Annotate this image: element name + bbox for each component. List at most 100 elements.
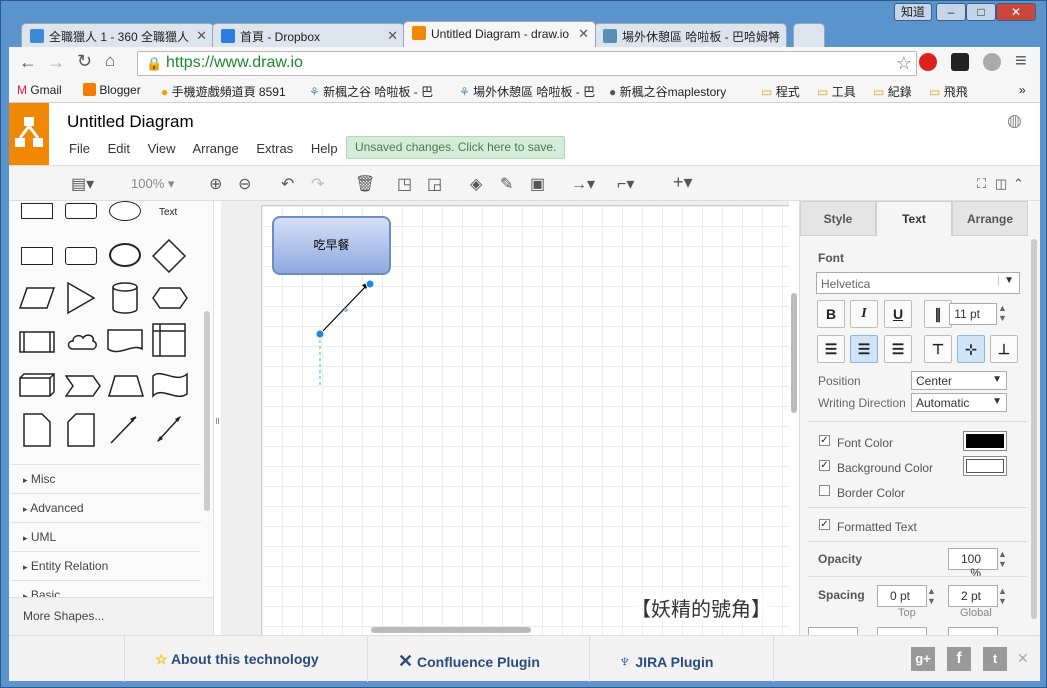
spacing-left-input[interactable] bbox=[808, 627, 858, 635]
about-technology-link[interactable]: ☆ About this technology bbox=[124, 636, 367, 682]
bookmark-mobile[interactable]: ● 手機遊戲頻道頁 8591 bbox=[161, 83, 286, 100]
underline-button[interactable]: U bbox=[884, 300, 912, 328]
spacing-center-input[interactable] bbox=[877, 627, 927, 635]
background-color-checkbox[interactable]: ✓ bbox=[819, 460, 830, 471]
bookmark-maple2[interactable]: ● 新楓之谷maplestory bbox=[609, 83, 726, 100]
redo-icon[interactable]: ↷ bbox=[311, 174, 324, 194]
more-shapes-link[interactable]: More Shapes... bbox=[9, 597, 213, 635]
new-tab-button[interactable] bbox=[793, 23, 825, 47]
spacing-top-input[interactable]: 0 pt bbox=[877, 585, 927, 607]
menu-icon[interactable]: ≡ bbox=[1015, 50, 1027, 73]
close-tab-icon[interactable]: ✕ bbox=[196, 28, 207, 44]
shape-rectangle[interactable] bbox=[21, 203, 53, 219]
forward-icon[interactable]: → bbox=[47, 52, 65, 73]
tab-drawio[interactable]: Untitled Diagram - draw.io ✕ bbox=[403, 21, 596, 47]
connection-icon[interactable]: →▾ bbox=[571, 174, 595, 194]
unsaved-changes-button[interactable]: Unsaved changes. Click here to save. bbox=[346, 136, 566, 159]
background-color-swatch[interactable] bbox=[963, 456, 1007, 476]
shape-ellipse[interactable] bbox=[109, 201, 141, 221]
undo-icon[interactable]: ↶ bbox=[281, 174, 294, 194]
waypoints-icon[interactable]: ⌐▾ bbox=[617, 174, 634, 194]
font-color-checkbox[interactable]: ✓ bbox=[819, 435, 830, 446]
shape-text[interactable]: Text bbox=[159, 207, 177, 218]
shadow-icon[interactable]: ▣ bbox=[530, 174, 545, 194]
panel-scrollbar[interactable] bbox=[1031, 239, 1037, 619]
writing-direction-select[interactable]: Automatic ▼ bbox=[911, 393, 1007, 412]
sidebar-splitter[interactable]: ॥ bbox=[214, 413, 220, 427]
section-advanced[interactable]: ▸ Advanced bbox=[11, 493, 201, 521]
shape-note[interactable] bbox=[23, 413, 51, 447]
shape-rectangle-2[interactable] bbox=[21, 247, 53, 265]
close-tab-icon[interactable]: ✕ bbox=[387, 28, 398, 44]
spacing-global-input[interactable]: 2 pt bbox=[948, 585, 998, 607]
confluence-plugin-link[interactable]: ✕ Confluence Plugin bbox=[367, 636, 589, 682]
tab-style[interactable]: Style bbox=[800, 201, 876, 236]
bold-button[interactable]: B bbox=[817, 300, 845, 328]
shape-triangle[interactable] bbox=[66, 281, 96, 315]
bookmark-folder-tools[interactable]: ▭ 工具 bbox=[817, 83, 856, 100]
opacity-input[interactable]: 100 % bbox=[948, 548, 998, 580]
vertical-text-button[interactable]: ∥ bbox=[924, 300, 952, 328]
collapse-icon[interactable]: ⌃ bbox=[1013, 176, 1024, 192]
shape-document[interactable] bbox=[107, 329, 143, 355]
position-select[interactable]: Center ▼ bbox=[911, 371, 1007, 390]
spacing-right-input[interactable] bbox=[948, 627, 998, 635]
shape-cloud[interactable] bbox=[65, 329, 99, 355]
font-family-select[interactable]: Helvetica ▼ bbox=[816, 272, 1020, 294]
diagram-canvas[interactable]: 吃早餐 bbox=[221, 201, 789, 635]
align-top-button[interactable]: ⊤ bbox=[924, 335, 952, 363]
opera-extension-icon[interactable] bbox=[919, 53, 937, 71]
bookmark-maple1[interactable]: ⚘ 新楓之谷 哈啦板 - 巴 bbox=[309, 83, 433, 100]
close-footer-icon[interactable]: ✕ bbox=[1017, 650, 1029, 667]
format-panel-icon[interactable]: ▤▾ bbox=[71, 174, 94, 194]
bookmark-folder-fly[interactable]: ▭ 飛飛 bbox=[929, 83, 968, 100]
google-plus-icon[interactable]: g+ bbox=[911, 647, 935, 671]
shape-internal-storage[interactable] bbox=[152, 323, 186, 357]
close-tab-icon[interactable]: ✕ bbox=[769, 28, 780, 44]
italic-button[interactable]: I bbox=[850, 300, 878, 328]
align-center-button[interactable]: ☰ bbox=[850, 335, 878, 363]
bookmark-folder-code[interactable]: ▭ 程式 bbox=[761, 83, 800, 100]
fullscreen-icon[interactable]: ⛶ bbox=[977, 176, 986, 192]
shape-ellipse-2[interactable] bbox=[109, 243, 141, 267]
menu-help[interactable]: Help bbox=[311, 141, 338, 156]
tab-bahamut[interactable]: 場外休憩區 哈啦板 - 巴哈姆特 ✕ bbox=[594, 23, 787, 47]
align-middle-button[interactable]: ⊹ bbox=[957, 335, 985, 363]
canvas-scrollbar-right[interactable] bbox=[791, 293, 797, 413]
shape-cylinder[interactable] bbox=[111, 281, 139, 315]
shape-rounded-rectangle[interactable] bbox=[65, 203, 97, 219]
fill-color-icon[interactable]: ◈ bbox=[470, 174, 482, 194]
diagram-page[interactable]: 吃早餐 bbox=[261, 205, 789, 635]
shape-process[interactable] bbox=[19, 331, 55, 353]
zoom-select[interactable]: 100% ▾ bbox=[131, 176, 174, 192]
shape-diamond[interactable] bbox=[152, 239, 186, 273]
menu-arrange[interactable]: Arrange bbox=[192, 141, 238, 156]
align-right-button[interactable]: ☰ bbox=[884, 335, 912, 363]
to-back-icon[interactable]: ◲ bbox=[427, 174, 442, 194]
address-bar[interactable]: 🔒 https://www.draw.io ☆ bbox=[137, 51, 917, 76]
shape-parallelogram[interactable] bbox=[19, 287, 55, 309]
font-size-stepper[interactable]: ▲ ▼ bbox=[998, 303, 1007, 323]
menu-view[interactable]: View bbox=[148, 141, 176, 156]
shape-card[interactable] bbox=[67, 413, 95, 447]
spacing-global-stepper[interactable]: ▲ ▼ bbox=[998, 586, 1007, 606]
section-uml[interactable]: ▸ UML bbox=[11, 522, 201, 550]
section-entity-relation[interactable]: ▸ Entity Relation bbox=[11, 551, 201, 579]
shape-cube[interactable] bbox=[19, 373, 55, 397]
formatted-text-checkbox[interactable]: ✓ bbox=[819, 519, 830, 530]
bookmark-star-icon[interactable]: ☆ bbox=[896, 53, 912, 74]
home-icon[interactable]: ⌂ bbox=[105, 51, 115, 71]
bookmark-bahamut[interactable]: ⚘ 場外休憩區 哈啦板 - 巴 bbox=[459, 83, 595, 100]
facebook-icon[interactable]: f bbox=[947, 647, 971, 671]
back-icon[interactable]: ← bbox=[19, 52, 37, 73]
more-bookmarks-icon[interactable]: » bbox=[1019, 83, 1026, 97]
align-left-button[interactable]: ☰ bbox=[817, 335, 845, 363]
spacing-top-stepper[interactable]: ▲ ▼ bbox=[927, 586, 936, 606]
bookmark-blogger[interactable]: Blogger bbox=[83, 83, 141, 97]
extension-icon[interactable] bbox=[983, 53, 1001, 71]
globe-icon[interactable]: ◍ bbox=[1007, 111, 1022, 131]
jira-plugin-link[interactable]: ♆ JIRA Plugin bbox=[589, 636, 774, 682]
menu-edit[interactable]: Edit bbox=[108, 141, 130, 156]
twitter-icon[interactable]: t bbox=[983, 647, 1007, 671]
zoom-in-icon[interactable]: ⊕ bbox=[209, 174, 222, 194]
